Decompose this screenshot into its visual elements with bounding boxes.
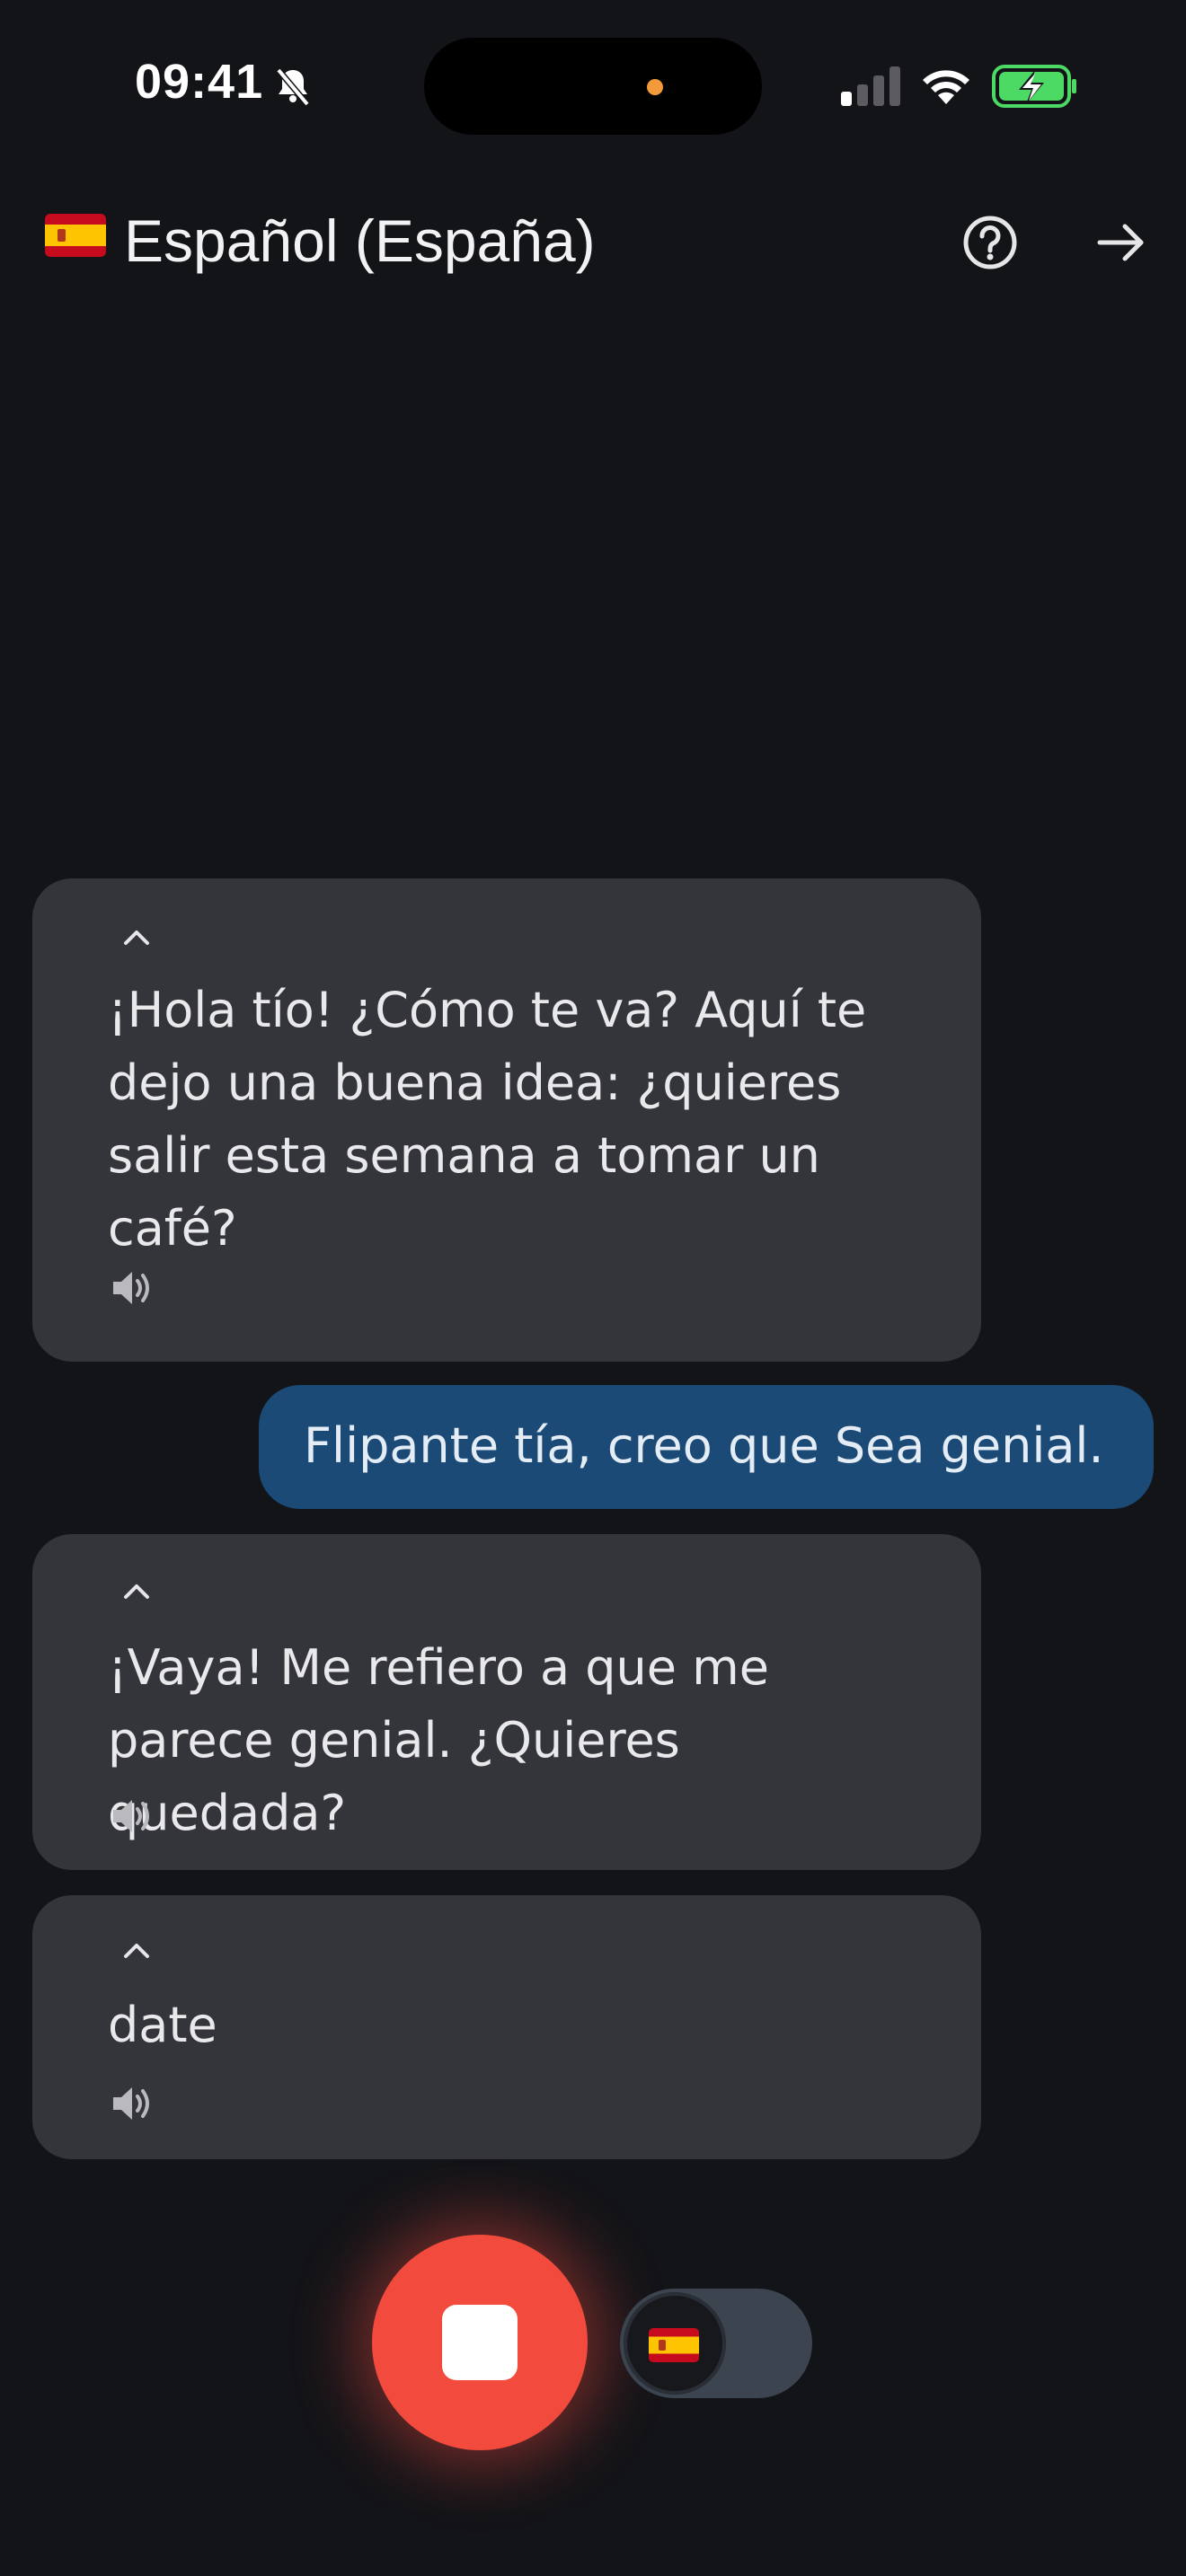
toggle-knob[interactable] [624, 2292, 726, 2395]
assistant-message[interactable]: date [32, 1895, 981, 2159]
signal-icon [841, 66, 900, 106]
message-text: ¡Hola tío! ¿Cómo te va? Aquí te dejo una… [108, 982, 867, 1257]
battery-charging-icon [992, 65, 1076, 108]
spain-flag-icon [649, 2328, 699, 2362]
wifi-icon [923, 70, 969, 104]
message-text: ¡Vaya! Me refiero a que me parece genial… [108, 1639, 769, 1841]
language-toggle[interactable] [620, 2289, 812, 2398]
chevron-up-icon[interactable] [115, 1931, 158, 1967]
stop-icon [442, 2305, 518, 2380]
spain-flag-icon [45, 214, 106, 257]
user-message[interactable]: Flipante tía, creo que Sea genial. [259, 1385, 1154, 1509]
message-text: date [108, 1997, 217, 2053]
status-bar: 09:41 [0, 0, 1186, 171]
header: Español (España) [0, 189, 1186, 296]
speaker-icon[interactable] [108, 2080, 155, 2127]
arrow-right-icon[interactable] [1093, 214, 1150, 271]
bell-slash-icon [276, 67, 310, 107]
status-time: 09:41 [135, 55, 264, 109]
dynamic-island [424, 38, 762, 135]
chevron-up-icon[interactable] [115, 1572, 158, 1608]
assistant-message[interactable]: ¡Hola tío! ¿Cómo te va? Aquí te dejo una… [32, 878, 981, 1362]
help-circle-icon[interactable] [961, 214, 1019, 271]
camera-indicator [647, 79, 663, 95]
chevron-up-icon[interactable] [115, 918, 158, 954]
stop-recording-button[interactable] [372, 2235, 588, 2450]
assistant-message[interactable]: ¡Vaya! Me refiero a que me parece genial… [32, 1534, 981, 1870]
message-text: Flipante tía, creo que Sea genial. [304, 1417, 1104, 1474]
speaker-icon[interactable] [108, 1793, 155, 1839]
page-title: Español (España) [124, 207, 596, 274]
speaker-icon[interactable] [108, 1265, 155, 1311]
